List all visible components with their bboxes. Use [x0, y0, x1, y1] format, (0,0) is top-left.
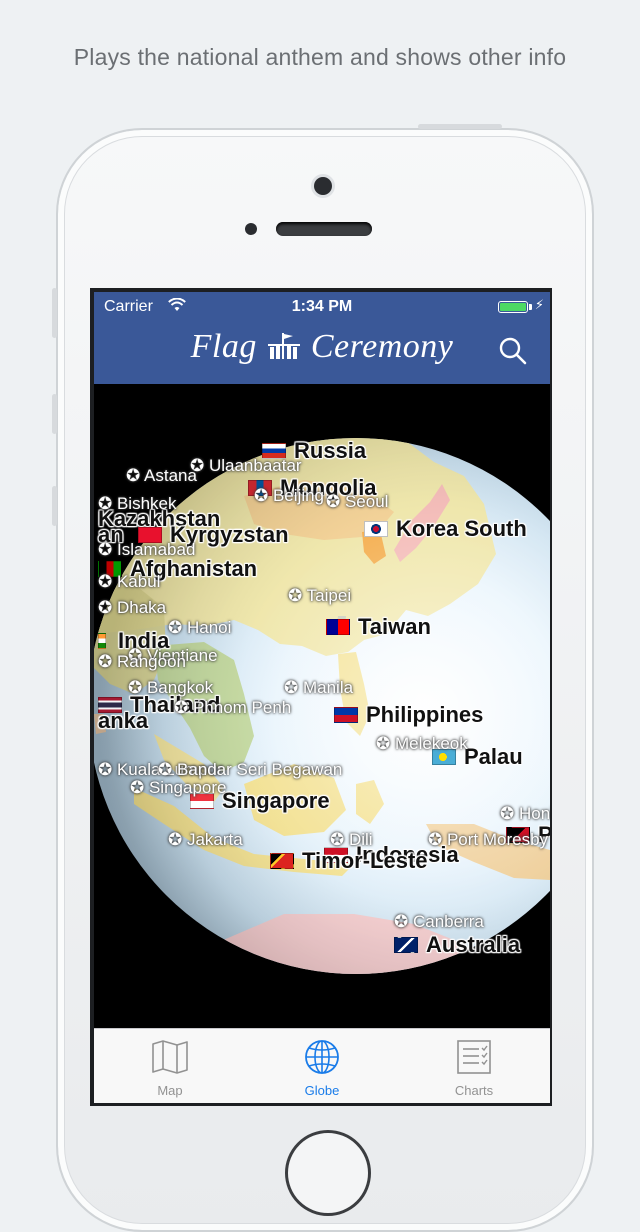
status-time: 1:34 PM	[291, 298, 353, 315]
silent-switch	[52, 288, 57, 338]
capital-label-port-moresby[interactable]: ✪ Port Moresby	[428, 830, 548, 850]
capital-label-ulaanbaatar[interactable]: ✪ Ulaanbaatar	[190, 456, 302, 476]
capital-label-phnom-penh[interactable]: ✪ Phnom Penh	[174, 698, 291, 718]
country-label-australia[interactable]: Australia	[394, 932, 520, 958]
tab-charts-label: Charts	[454, 1083, 494, 1098]
capital-label-singapore[interactable]: ✪ Singapore	[130, 778, 226, 798]
charging-bolt-icon: ⚡	[534, 297, 544, 312]
navigation-bar: Carrier 1:34 PM ⚡ Flag Ceremony	[94, 292, 550, 384]
capital-label-astana[interactable]: ✪ Astana	[126, 466, 197, 486]
capital-label-islamabad[interactable]: ✪ Islamabad	[98, 540, 195, 560]
flag-ceremony-logo-icon	[267, 333, 300, 359]
flag-india-icon	[98, 633, 106, 649]
front-camera	[314, 177, 332, 195]
flag-timor-leste-icon	[270, 853, 294, 869]
power-button	[418, 124, 502, 129]
flag-australia-icon	[394, 937, 418, 953]
capital-label-bandar-seri-begawan[interactable]: ✪ Bandar Seri Begawan	[158, 760, 342, 780]
capital-label-hanoi[interactable]: ✪ Hanoi	[168, 618, 231, 638]
tab-map[interactable]: Map	[94, 1029, 246, 1103]
proximity-sensor	[245, 223, 257, 235]
logo-word-flag: Flag	[190, 328, 257, 365]
capital-label-honiara[interactable]: ✪ Honiara	[500, 804, 550, 824]
logo-word-ceremony: Ceremony	[310, 328, 454, 365]
globe-view[interactable]: Russia Mongolia Kazakhstan Kyrgyzstan Ko…	[94, 384, 550, 1028]
globe-icon	[305, 1040, 339, 1074]
capital-label-manila[interactable]: ✪ Manila	[284, 678, 353, 698]
capital-label-taipei[interactable]: ✪ Taipei	[288, 586, 351, 606]
app-screen: Carrier 1:34 PM ⚡ Flag Ceremony Russia M…	[90, 288, 552, 1106]
capital-label-bangkok[interactable]: ✪ Bangkok	[128, 678, 213, 698]
promo-caption: Plays the national anthem and shows othe…	[73, 44, 567, 70]
capital-label-kabul[interactable]: ✪ Kabul	[98, 572, 160, 592]
country-label-sri-lanka-partial[interactable]: anka	[98, 708, 148, 734]
capital-label-dili[interactable]: ✪ Dili	[330, 830, 373, 850]
tab-globe-label: Globe	[304, 1083, 340, 1098]
capital-label-canberra[interactable]: ✪ Canberra	[394, 912, 484, 932]
country-label-philippines[interactable]: Philippines	[334, 702, 483, 728]
capital-label-melekeok[interactable]: ✪ Melekeok	[376, 734, 468, 754]
battery-icon	[498, 301, 528, 313]
capital-label-rangoon[interactable]: ✪ Rangoon	[98, 652, 186, 672]
volume-down-button	[52, 486, 57, 526]
tab-globe[interactable]: Globe	[246, 1029, 398, 1103]
app-logo: Flag Ceremony	[94, 328, 550, 366]
flag-taiwan-icon	[326, 619, 350, 635]
capital-label-dhaka[interactable]: ✪ Dhaka	[98, 598, 166, 618]
battery-tip	[529, 304, 532, 310]
country-label-taiwan[interactable]: Taiwan	[326, 614, 431, 640]
country-label-korea-south[interactable]: Korea South	[364, 516, 527, 542]
flag-korea-south-icon	[364, 521, 388, 537]
search-icon[interactable]	[498, 336, 528, 366]
tab-map-label: Map	[157, 1083, 183, 1098]
tab-charts[interactable]: Charts	[398, 1029, 550, 1103]
capital-label-seoul[interactable]: ✪ Seoul	[326, 492, 388, 512]
earpiece-speaker	[276, 222, 372, 236]
flag-philippines-icon	[334, 707, 358, 723]
map-icon	[152, 1040, 188, 1074]
tab-bar: Map Globe Charts	[94, 1028, 550, 1103]
capital-label-bishkek[interactable]: ✪ Bishkek	[98, 494, 177, 514]
charts-icon	[457, 1040, 491, 1074]
country-label-timor-leste[interactable]: Timor-Leste	[270, 848, 428, 874]
home-button	[285, 1130, 371, 1216]
volume-up-button	[52, 394, 57, 434]
capital-label-jakarta[interactable]: ✪ Jakarta	[168, 830, 243, 850]
status-bar: Carrier 1:34 PM ⚡	[94, 292, 550, 320]
capital-label-beijing[interactable]: ✪ Beijing	[254, 486, 324, 506]
